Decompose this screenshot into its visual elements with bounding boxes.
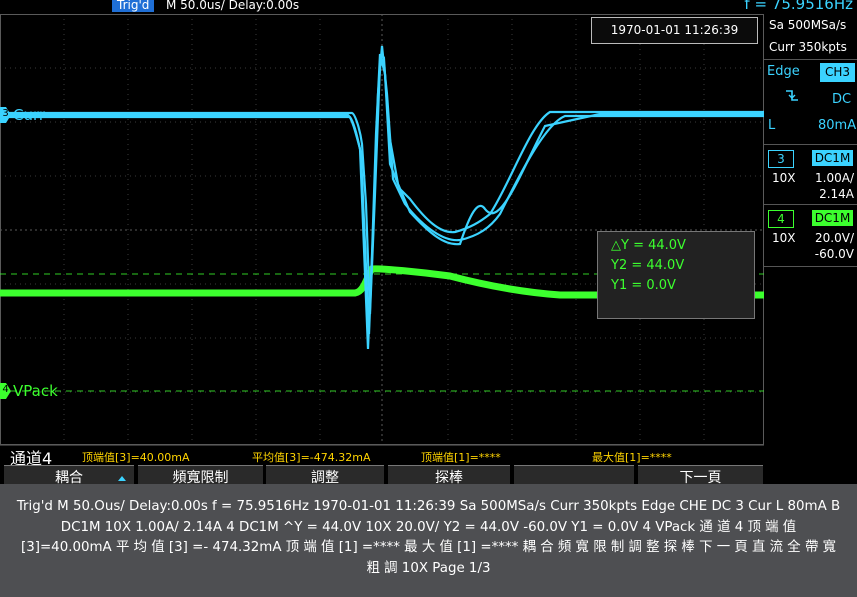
- softkey-arrow-icon: [118, 476, 126, 481]
- cursor-readout-box[interactable]: △Y = 44.0V Y2 = 44.0V Y1 = 0.0V: [597, 231, 755, 319]
- status-bar: Trig'd M 50.0us/ Delay:0.00s f = 75.9516…: [0, 0, 857, 14]
- softkey-probe[interactable]: 探棒: [388, 465, 510, 484]
- measurement-avg-ch3: 平均值[3]=-474.32mA: [252, 451, 371, 464]
- trigger-type[interactable]: Edge: [767, 64, 800, 79]
- measurement-max-ch1: 最大值[1]=****: [592, 451, 672, 464]
- measurement-top-ch3: 顶端值[3]=40.00mA: [82, 451, 190, 464]
- ch3-marker-number: 3: [2, 108, 9, 119]
- ch3-probe: 10X: [772, 171, 796, 185]
- softkey-empty[interactable]: [514, 465, 634, 484]
- ch4-scale: 20.0V/: [815, 231, 854, 245]
- softkey-menu: 耦合 頻寬限制 調整 探棒 下一頁: [0, 465, 857, 484]
- timebase-readout[interactable]: M 50.0us/ Delay:0.00s: [166, 0, 299, 12]
- trigger-source[interactable]: CH3: [820, 63, 855, 82]
- softkey-coupling[interactable]: 耦合: [4, 465, 134, 484]
- caption-text: Trig'd M 50.Ous/ Delay:0.00s f = 75.9516…: [16, 499, 841, 576]
- ch4-offset: -60.0V: [814, 247, 854, 261]
- waveform-display[interactable]: [0, 14, 764, 445]
- sample-rate: Sa 500MSa/s: [769, 18, 847, 32]
- cursor-delta-y: △Y = 44.0V: [611, 238, 686, 253]
- timestamp-box: 1970-01-01 11:26:39: [591, 17, 758, 44]
- cursor-y2-value: Y2 = 44.0V: [611, 258, 685, 273]
- right-info-panel: Sa 500MSa/s Curr 350kpts Edge CH3 DC L 8…: [764, 14, 857, 464]
- ch4-label: VPack: [13, 382, 58, 400]
- ch3-offset: 2.14A: [819, 187, 854, 201]
- trigger-level[interactable]: 80mA: [818, 118, 856, 133]
- ch4-number: 4: [768, 210, 794, 228]
- measurement-bar: 通道4 顶端值[3]=40.00mA 平均值[3]=-474.32mA 顶端值[…: [0, 445, 764, 468]
- softkey-bandwidth-limit[interactable]: 頻寬限制: [138, 465, 263, 484]
- trigger-status-badge[interactable]: Trig'd: [112, 0, 155, 12]
- ch4-probe: 10X: [772, 231, 796, 245]
- trigger-level-prefix: L: [768, 118, 776, 133]
- softkey-adjust[interactable]: 調整: [266, 465, 384, 484]
- ch4-coupling: DC1M: [812, 210, 853, 226]
- caption-panel: Trig'd M 50.Ous/ Delay:0.00s f = 75.9516…: [0, 484, 857, 597]
- measurement-top-ch1: 顶端值[1]=****: [421, 451, 501, 464]
- ch3-scale: 1.00A/: [815, 171, 854, 185]
- memory-depth: Curr 350kpts: [769, 40, 847, 54]
- ch3-number: 3: [768, 150, 794, 168]
- ch3-coupling: DC1M: [812, 150, 853, 166]
- rising-falling-edge-icon: [786, 90, 798, 101]
- trigger-coupling: DC: [832, 92, 852, 107]
- cursor-y1-value: Y1 = 0.0V: [611, 278, 676, 293]
- frequency-readout: f = 75.9516Hz: [744, 0, 853, 13]
- softkey-next-page[interactable]: 下一頁: [638, 465, 763, 484]
- ch4-marker-number: 4: [2, 384, 9, 395]
- ch3-label: Curr: [13, 106, 46, 124]
